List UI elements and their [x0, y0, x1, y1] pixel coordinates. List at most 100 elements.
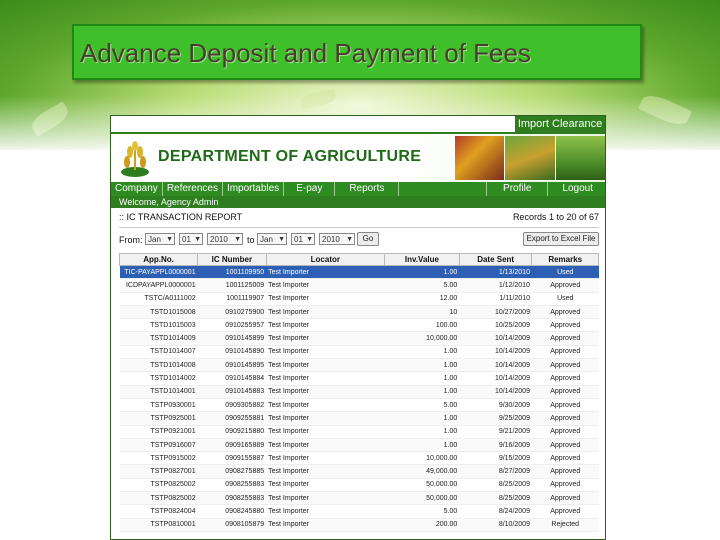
cell-ic[interactable]: 0908255883	[197, 478, 267, 493]
app-window: Import Clearance DEPARTMENT OF AGRICULTU…	[110, 115, 606, 540]
cell-app[interactable]: TIC-PAYAPPL0000001	[119, 265, 198, 280]
cell-ic[interactable]: 0910145899	[197, 331, 267, 346]
table-row[interactable]: TSTP0916007 0909165889 Test Importer 1.00 9/…	[119, 438, 599, 453]
cell-app[interactable]: TSTD1015008	[119, 305, 198, 320]
column-header-inv-value[interactable]: Inv.Value	[384, 253, 460, 266]
cell-ic[interactable]: 0908255883	[197, 491, 267, 506]
table-row[interactable]: ICDPAYAPPL0000001 1001125009 Test Importer…	[119, 278, 599, 293]
table-row[interactable]: TSTP0824004 0908245880 Test Importer 5.00 8/…	[119, 504, 599, 519]
nav-company[interactable]: Company	[111, 182, 163, 196]
nav-profile[interactable]: Profile	[487, 182, 549, 196]
cell-app[interactable]: TSTP0916007	[119, 438, 198, 453]
cell-inv: 1.00	[384, 438, 460, 453]
column-header-app-no[interactable]: App.No.	[118, 253, 199, 266]
to-year-select[interactable]: 2010 ▼	[319, 233, 355, 245]
cell-ic[interactable]: 1001109950	[197, 265, 267, 280]
cell-ic[interactable]: 0908245880	[197, 504, 267, 519]
table-row[interactable]: TSTD1014009 0910145899 Test Importer 10,000…	[119, 331, 599, 346]
cell-app[interactable]: TSTP0915002	[119, 451, 198, 466]
from-year-select[interactable]: 2010 ▼	[207, 233, 243, 245]
cell-ic[interactable]: 0910145890	[197, 345, 267, 360]
main-nav: Company References Importables E-pay Rep…	[111, 182, 605, 196]
cell-ic[interactable]: 0910145883	[197, 385, 267, 399]
column-header-date-sent[interactable]: Date Sent	[458, 253, 533, 266]
cell-ic[interactable]: 0910145884	[197, 371, 267, 386]
nav-references[interactable]: References	[163, 182, 223, 196]
chevron-down-icon: ▼	[306, 236, 313, 243]
cell-app[interactable]: TSTP0930001	[119, 398, 198, 413]
cell-app[interactable]: TSTC/A0111002	[119, 292, 198, 306]
table-row[interactable]: TSTP0810001 0908105879 Test Importer 200.00…	[119, 518, 599, 532]
cell-ic[interactable]: 1001119907	[197, 292, 267, 306]
cell-inv: 100.00	[384, 318, 460, 333]
cell-ic[interactable]: 0910255957	[197, 318, 267, 333]
cell-app[interactable]: ICDPAYAPPL0000001	[119, 278, 198, 293]
cell-app[interactable]: TSTD1014007	[119, 345, 198, 360]
table-row[interactable]: TSTC/A0111002 1001119907 Test Importer 12.0…	[119, 292, 599, 306]
table-row[interactable]: TSTP0825002 0908255883 Test Importer 50,000…	[119, 478, 599, 493]
cell-ic[interactable]: 0909155887	[197, 451, 267, 466]
department-title: DEPARTMENT OF AGRICULTURE	[158, 148, 422, 165]
cell-ic[interactable]: 0909215880	[197, 425, 267, 439]
cell-ic[interactable]: 0910145895	[197, 358, 267, 373]
welcome-message: Welcome, Agency Admin	[111, 196, 605, 208]
table-row[interactable]: TSTD1015003 0910255957 Test Importer 100.00…	[119, 318, 599, 333]
cell-remarks: Used	[531, 265, 599, 280]
table-row[interactable]: TSTD1015008 0910275900 Test Importer 10 10/2…	[119, 305, 599, 320]
table-row[interactable]: TSTD1014008 0910145895 Test Importer 1.00 10…	[119, 358, 599, 373]
cell-app[interactable]: TSTD1014009	[119, 331, 198, 346]
header-photos	[455, 136, 605, 180]
cell-app[interactable]: TSTP0810001	[119, 518, 198, 532]
from-day-value: 01	[182, 235, 191, 244]
column-header-locator[interactable]: Locator	[265, 253, 386, 266]
to-day-select[interactable]: 01 ▼	[291, 233, 315, 245]
nav-epay[interactable]: E-pay	[284, 182, 336, 196]
cell-app[interactable]: TSTP0825002	[119, 478, 198, 493]
column-header-remarks[interactable]: Remarks	[531, 253, 599, 266]
nav-reports[interactable]: Reports	[335, 182, 400, 196]
table-row[interactable]: TSTP0925001 0909255881 Test Importer 1.00 9/…	[119, 411, 599, 426]
to-month-select[interactable]: Jan ▼	[257, 233, 287, 245]
cell-locator: Test Importer	[266, 292, 385, 306]
cell-app[interactable]: TSTD1014001	[119, 385, 198, 399]
table-row[interactable]: TSTP0827001 0908275885 Test Importer 49,000…	[119, 464, 599, 479]
cell-ic[interactable]: 0909305882	[197, 398, 267, 413]
table-row[interactable]: TSTP0930001 0909305882 Test Importer 5.00 9/…	[119, 398, 599, 413]
table-row[interactable]: TSTP0921001 0909215880 Test Importer 1.00 9/…	[119, 425, 599, 439]
table-row[interactable]: TSTD1014002 0910145884 Test Importer 1.00 10…	[119, 371, 599, 386]
table-row[interactable]: TSTP0915002 0909155887 Test Importer 10,000…	[119, 451, 599, 466]
cell-locator: Test Importer	[266, 371, 385, 386]
cell-app[interactable]: TSTP0921001	[119, 425, 198, 439]
department-logo-icon	[121, 141, 149, 177]
table-row[interactable]: TSTD1014001 0910145883 Test Importer 1.00 10…	[119, 385, 599, 399]
cell-app[interactable]: TSTD1015003	[119, 318, 198, 333]
cell-remarks: Approved	[531, 451, 599, 466]
cell-ic[interactable]: 0908105879	[197, 518, 267, 532]
cell-ic[interactable]: 0909165889	[197, 438, 267, 453]
to-day-value: 01	[294, 235, 303, 244]
cell-inv: 1.00	[384, 345, 460, 360]
from-day-select[interactable]: 01 ▼	[179, 233, 203, 245]
app-header: DEPARTMENT OF AGRICULTURE	[111, 134, 605, 182]
cell-remarks: Approved	[531, 345, 599, 360]
cell-ic[interactable]: 0909255881	[197, 411, 267, 426]
table-row[interactable]: TSTD1014007 0910145890 Test Importer 1.00 10…	[119, 345, 599, 360]
cell-ic[interactable]: 0910275900	[197, 305, 267, 320]
cell-app[interactable]: TSTP0827001	[119, 464, 198, 479]
export-excel-button[interactable]: Export to Excel File	[523, 232, 599, 246]
nav-logout[interactable]: Logout	[548, 182, 605, 196]
cell-app[interactable]: TSTP0825002	[119, 491, 198, 506]
table-row[interactable]: TIC-PAYAPPL0000001 1001109950 Test Importe…	[119, 265, 599, 280]
nav-importables[interactable]: Importables	[223, 182, 285, 196]
import-clearance-tab[interactable]: Import Clearance	[515, 116, 605, 132]
cell-app[interactable]: TSTD1014002	[119, 371, 198, 386]
table-row[interactable]: TSTP0825002 0908255883 Test Importer 50,000…	[119, 491, 599, 506]
from-month-select[interactable]: Jan ▼	[145, 233, 175, 245]
cell-app[interactable]: TSTD1014008	[119, 358, 198, 373]
column-header-ic-number[interactable]: IC Number	[197, 253, 267, 266]
cell-ic[interactable]: 0908275885	[197, 464, 267, 479]
cell-ic[interactable]: 1001125009	[197, 278, 267, 293]
cell-app[interactable]: TSTP0925001	[119, 411, 198, 426]
cell-app[interactable]: TSTP0824004	[119, 504, 198, 519]
go-button[interactable]: Go	[357, 232, 379, 246]
